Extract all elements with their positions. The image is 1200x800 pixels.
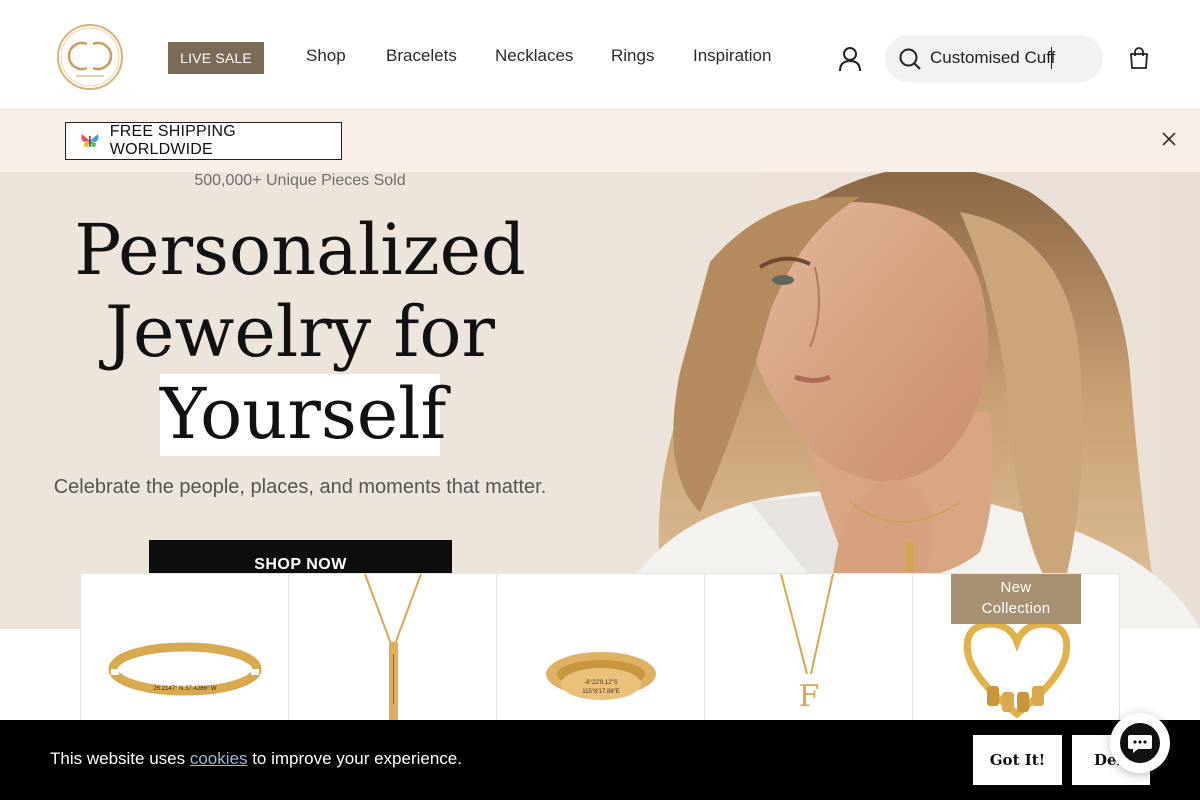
headline-line-1: Personalized (74, 209, 526, 291)
site-header: LIVE SALE Shop Bracelets Necklaces Rings… (0, 0, 1200, 110)
butterfly-icon (81, 134, 99, 148)
nav-shop[interactable]: Shop (306, 46, 346, 66)
cookie-prefix: This website uses (50, 749, 190, 768)
pieces-sold-text: 500,000+ Unique Pieces Sold (194, 172, 406, 189)
initial-necklace-image: F (780, 574, 834, 714)
cuff-engraving: 26.2147° N 37.4286° W (153, 686, 217, 692)
search-icon[interactable] (898, 47, 922, 71)
product-card-bar-necklace[interactable] (288, 573, 496, 733)
nav-rings[interactable]: Rings (611, 46, 654, 66)
bar-necklace-image (364, 574, 422, 722)
search-box[interactable] (885, 35, 1103, 82)
cookies-link[interactable]: cookies (190, 749, 248, 768)
live-sale-button[interactable]: LIVE SALE (168, 42, 264, 74)
headline-line-3: Yourself (160, 373, 447, 455)
product-card-signet-ring[interactable]: -8°22'9.12"S 115°8'17.88"E (496, 573, 704, 733)
free-shipping-text: FREE SHIPPING WORLDWIDE (109, 123, 236, 158)
accept-cookies-button[interactable]: Got It! (973, 735, 1062, 785)
new-collection-badge: New Collection (951, 574, 1081, 624)
signet-ring-image: -8°22'9.12"S 115°8'17.88"E (546, 652, 656, 700)
badge-line-1: New (1000, 579, 1032, 596)
headline-line-2: Jewelry for (105, 291, 495, 373)
initial-pendant: F (799, 679, 820, 714)
user-icon[interactable] (838, 46, 862, 72)
nav-necklaces[interactable]: Necklaces (495, 46, 573, 66)
search-input[interactable] (930, 45, 1090, 71)
cuff-bracelet-image: 26.2147° N 37.4286° W (108, 642, 262, 696)
badge-line-2: Collection (981, 600, 1051, 617)
close-icon[interactable] (1158, 128, 1180, 150)
chat-icon (1120, 723, 1160, 763)
announcement-bar: FREE SHIPPING WORLDWIDE (0, 110, 1200, 172)
hero-banner: 500,000+ Unique Pieces Sold Personalized… (0, 172, 1200, 629)
cookie-suffix: to improve your experience. (247, 749, 462, 768)
text-cursor (1051, 47, 1052, 69)
cookie-banner: This website uses cookies to improve you… (0, 720, 1200, 800)
shopping-bag-icon[interactable] (1127, 46, 1151, 70)
cookie-message: This website uses cookies to improve you… (50, 749, 462, 769)
nav-inspiration[interactable]: Inspiration (693, 46, 771, 66)
chat-widget-button[interactable] (1110, 713, 1170, 773)
cc-monogram-logo[interactable] (56, 22, 124, 92)
nav-bracelets[interactable]: Bracelets (386, 46, 457, 66)
ring-engraving-line-1: -8°22'9.12"S (584, 680, 617, 686)
headline-highlight: Yourself (160, 373, 447, 456)
model-photo (600, 172, 1200, 629)
product-card-cuff[interactable]: 26.2147° N 37.4286° W (80, 573, 288, 733)
free-shipping-badge[interactable]: FREE SHIPPING WORLDWIDE (65, 122, 342, 160)
hero-subheading: Celebrate the people, places, and moment… (53, 476, 547, 498)
product-card-initial-necklace[interactable]: F (704, 573, 912, 733)
ring-engraving-line-2: 115°8'17.88"E (582, 689, 620, 695)
